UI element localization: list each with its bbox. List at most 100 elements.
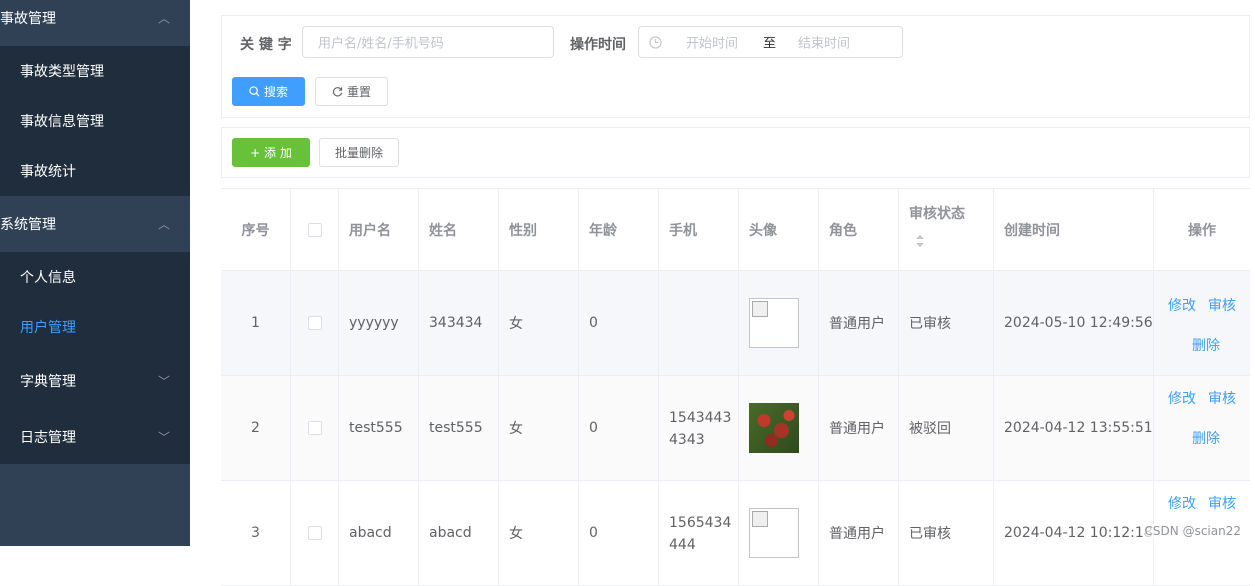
reset-button[interactable]: 重置 <box>315 77 388 106</box>
delete-link[interactable]: 删除 <box>1192 428 1220 448</box>
keyword-label: 关 键 字 <box>240 34 292 54</box>
refresh-icon <box>332 86 343 97</box>
sidebar-item-label: 字典管理 <box>20 371 76 391</box>
cell-index: 3 <box>221 481 291 586</box>
date-range-input[interactable]: 开始时间 至 结束时间 <box>638 26 903 58</box>
header-audit-status[interactable]: 审核状态 <box>899 189 994 271</box>
cell-age: 0 <box>579 376 659 481</box>
audit-link[interactable]: 审核 <box>1208 388 1236 408</box>
sidebar-item-label: 用户管理 <box>20 317 76 337</box>
chevron-up-icon: ︿ <box>158 10 170 27</box>
keyword-input[interactable]: 用户名/姓名/手机号码 <box>302 26 554 58</box>
cell-username: test555 <box>339 376 419 481</box>
audit-link[interactable]: 审核 <box>1208 493 1236 513</box>
cell-avatar <box>739 271 819 376</box>
sidebar-item-label: 日志管理 <box>20 427 76 447</box>
sidebar-item-dictionary[interactable]: 字典管理 ﹀ <box>0 356 190 406</box>
cell-gender: 女 <box>499 271 579 376</box>
sidebar-item-accident-stats[interactable]: 事故统计 <box>0 146 190 196</box>
cell-select <box>291 271 339 376</box>
menu-group-label: 事故管理 <box>0 8 56 28</box>
audit-link[interactable]: 审核 <box>1208 295 1236 315</box>
menu-group-system[interactable]: 系统管理 ︿ <box>0 198 190 250</box>
row-checkbox[interactable] <box>308 316 322 330</box>
search-button[interactable]: 搜索 <box>232 77 305 106</box>
start-date-placeholder: 开始时间 <box>686 33 738 52</box>
batch-delete-button[interactable]: 批量删除 <box>319 138 399 167</box>
search-button-label: 搜索 <box>264 83 288 100</box>
menu-group-accident[interactable]: 事故管理 ︿ <box>0 0 190 44</box>
chevron-down-icon: ﹀ <box>158 429 170 446</box>
cell-phone: 1565434 444 <box>659 481 739 586</box>
header-age: 年龄 <box>579 189 659 271</box>
avatar[interactable] <box>749 508 799 558</box>
header-actions: 操作 <box>1154 189 1250 271</box>
reset-button-label: 重置 <box>347 83 371 100</box>
cell-index: 2 <box>221 376 291 481</box>
watermark: CSDN @scian22 <box>1145 524 1241 538</box>
cell-name: test555 <box>419 376 499 481</box>
cell-gender: 女 <box>499 376 579 481</box>
date-separator: 至 <box>763 33 776 52</box>
header-name: 姓名 <box>419 189 499 271</box>
edit-link[interactable]: 修改 <box>1168 295 1196 315</box>
submenu-accident: 事故类型管理 事故信息管理 事故统计 <box>0 46 190 196</box>
chevron-up-icon: ︿ <box>158 216 170 233</box>
cell-status: 已审核 <box>899 271 994 376</box>
cell-phone: 1543443 4343 <box>659 376 739 481</box>
search-panel: 关 键 字 用户名/姓名/手机号码 操作时间 开始时间 至 结束时间 搜索 重置 <box>221 15 1250 118</box>
chevron-down-icon: ﹀ <box>158 373 170 390</box>
edit-link[interactable]: 修改 <box>1168 493 1196 513</box>
header-index: 序号 <box>221 189 291 271</box>
sidebar-item-logs[interactable]: 日志管理 ﹀ <box>0 412 190 462</box>
header-phone: 手机 <box>659 189 739 271</box>
header-avatar: 头像 <box>739 189 819 271</box>
cell-role: 普通用户 <box>819 481 899 586</box>
sidebar-item-accident-type[interactable]: 事故类型管理 <box>0 46 190 96</box>
cell-created: 2024-04-12 10:12:18 <box>994 481 1154 586</box>
sidebar-item-label: 事故信息管理 <box>20 111 104 131</box>
cell-status: 已审核 <box>899 481 994 586</box>
sidebar-item-label: 事故类型管理 <box>20 61 104 81</box>
row-checkbox[interactable] <box>308 421 322 435</box>
cell-role: 普通用户 <box>819 271 899 376</box>
cell-phone <box>659 271 739 376</box>
header-created: 创建时间 <box>994 189 1154 271</box>
cell-age: 0 <box>579 271 659 376</box>
time-label: 操作时间 <box>570 34 626 54</box>
sort-icon[interactable] <box>915 235 925 247</box>
cell-created: 2024-04-12 13:55:51 <box>994 376 1154 481</box>
sidebar-item-label: 个人信息 <box>20 267 76 287</box>
sidebar-item-profile[interactable]: 个人信息 <box>0 252 190 302</box>
batch-delete-label: 批量删除 <box>335 144 383 161</box>
cell-avatar <box>739 376 819 481</box>
edit-link[interactable]: 修改 <box>1168 388 1196 408</box>
add-button[interactable]: + 添 加 <box>232 138 310 167</box>
delete-link[interactable]: 删除 <box>1192 335 1220 355</box>
end-date-placeholder: 结束时间 <box>798 33 850 52</box>
toolbar-panel: + 添 加 批量删除 <box>221 127 1250 178</box>
avatar[interactable] <box>749 298 799 348</box>
cell-name: abacd <box>419 481 499 586</box>
sidebar-item-user-management[interactable]: 用户管理 <box>0 302 190 352</box>
search-icon <box>249 86 260 97</box>
header-role: 角色 <box>819 189 899 271</box>
cell-age: 0 <box>579 481 659 586</box>
cell-index: 1 <box>221 271 291 376</box>
header-username: 用户名 <box>339 189 419 271</box>
cell-gender: 女 <box>499 481 579 586</box>
header-select-all <box>291 189 339 271</box>
user-table: 序号 用户名 姓名 性别 年龄 手机 头像 角色 审核状态 创建时间 操作 1 … <box>221 188 1250 189</box>
cell-actions: 修改 审核 删除 <box>1154 271 1250 376</box>
sidebar-item-accident-info[interactable]: 事故信息管理 <box>0 96 190 146</box>
cell-select <box>291 481 339 586</box>
header-gender: 性别 <box>499 189 579 271</box>
keyword-placeholder: 用户名/姓名/手机号码 <box>318 33 444 52</box>
row-checkbox[interactable] <box>308 526 322 540</box>
cell-avatar <box>739 481 819 586</box>
add-button-label: + 添 加 <box>250 144 292 161</box>
clock-icon <box>649 36 662 49</box>
cell-actions: 修改 审核 删除 <box>1154 376 1250 481</box>
avatar[interactable] <box>749 403 799 453</box>
select-all-checkbox[interactable] <box>308 223 322 237</box>
